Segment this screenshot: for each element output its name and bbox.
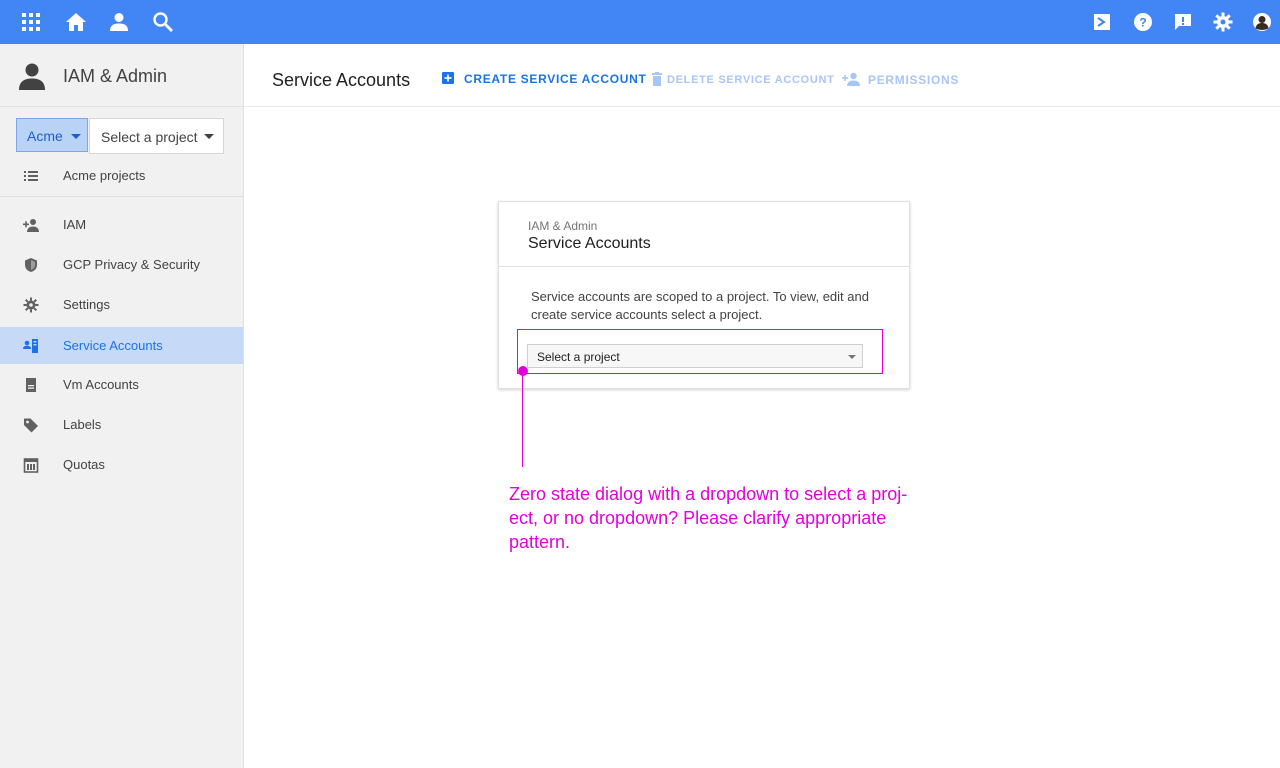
- dialog-body-text: Service accounts are scoped to a project…: [531, 289, 869, 322]
- sidebar-item-label: Quotas: [63, 457, 105, 472]
- person-add-icon: [842, 72, 860, 86]
- svg-text:?: ?: [1139, 16, 1146, 30]
- home-icon[interactable]: [65, 11, 87, 33]
- sidebar-item-label: Service Accounts: [63, 338, 163, 353]
- sidebar-item-label: Vm Accounts: [63, 377, 139, 392]
- shield-icon: [25, 258, 37, 272]
- sidebar-header: IAM & Admin: [0, 44, 243, 107]
- sidebar-item-settings[interactable]: Settings: [0, 286, 243, 323]
- sidebar-item-vm-accounts[interactable]: Vm Accounts: [0, 366, 243, 403]
- annotation-note: Zero state dialog with a dropdown to sel…: [509, 484, 908, 552]
- sidebar-item-acme-projects[interactable]: Acme projects: [0, 157, 243, 194]
- apps-grid-icon[interactable]: [20, 11, 42, 33]
- help-icon[interactable]: ?: [1132, 11, 1154, 33]
- chevron-down-icon: [71, 134, 81, 139]
- project-select-label: Select a project: [101, 129, 198, 145]
- sidebar: IAM & Admin Acme Select a project Acme p…: [0, 44, 244, 768]
- sidebar-item-iam[interactable]: IAM: [0, 206, 243, 243]
- org-selector-button[interactable]: Acme: [16, 118, 88, 152]
- project-select-button[interactable]: Select a project: [89, 118, 224, 154]
- calendar-icon: [23, 458, 39, 473]
- delete-service-account-label: DELETE SERVICE ACCOUNT: [667, 74, 835, 86]
- feedback-icon[interactable]: [1172, 11, 1194, 33]
- person-icon[interactable]: [108, 11, 130, 33]
- tag-icon: [24, 418, 38, 433]
- add-box-icon: [442, 72, 454, 84]
- search-icon[interactable]: [152, 11, 174, 33]
- top-app-bar: ?: [0, 0, 1280, 44]
- annotation-highlight-box: [517, 329, 883, 374]
- annotation-dot: [518, 366, 528, 376]
- document-icon: [26, 378, 36, 392]
- chevron-down-icon: [204, 134, 214, 139]
- dialog-divider: [499, 266, 909, 267]
- dialog-title: Service Accounts: [528, 235, 651, 252]
- service-account-icon: [23, 339, 38, 353]
- sidebar-item-label: Labels: [63, 417, 102, 432]
- sidebar-item-label: IAM: [63, 217, 87, 232]
- page-title: Service Accounts: [272, 70, 411, 90]
- trash-icon: [652, 72, 662, 86]
- org-selector-label: Acme: [27, 128, 63, 144]
- person-add-icon: [23, 219, 39, 232]
- dialog-subtitle: IAM & Admin: [528, 219, 598, 233]
- page-header: Service Accounts CREATE SERVICE ACCOUNT …: [244, 44, 1280, 107]
- sidebar-divider: [0, 196, 243, 197]
- sidebar-item-label: Acme projects: [63, 168, 146, 183]
- gear-icon: [23, 297, 39, 313]
- sidebar-item-quotas[interactable]: Quotas: [0, 446, 243, 483]
- sidebar-item-label: Settings: [63, 297, 110, 312]
- create-service-account-label: CREATE SERVICE ACCOUNT: [464, 72, 647, 86]
- sidebar-item-gcp-privacy-security[interactable]: GCP Privacy & Security: [0, 246, 243, 283]
- cloud-shell-icon[interactable]: [1091, 11, 1113, 33]
- sidebar-item-label: GCP Privacy & Security: [63, 257, 201, 272]
- settings-icon[interactable]: [1212, 11, 1234, 33]
- permissions-label: PERMISSIONS: [868, 73, 960, 87]
- avatar[interactable]: [1251, 11, 1273, 33]
- app-title: IAM & Admin: [63, 66, 168, 86]
- list-icon: [24, 171, 38, 181]
- sidebar-item-labels[interactable]: Labels: [0, 406, 243, 443]
- person-icon: [19, 63, 45, 90]
- sidebar-item-service-accounts[interactable]: Service Accounts: [0, 327, 243, 364]
- annotation-connector-line: [522, 374, 523, 467]
